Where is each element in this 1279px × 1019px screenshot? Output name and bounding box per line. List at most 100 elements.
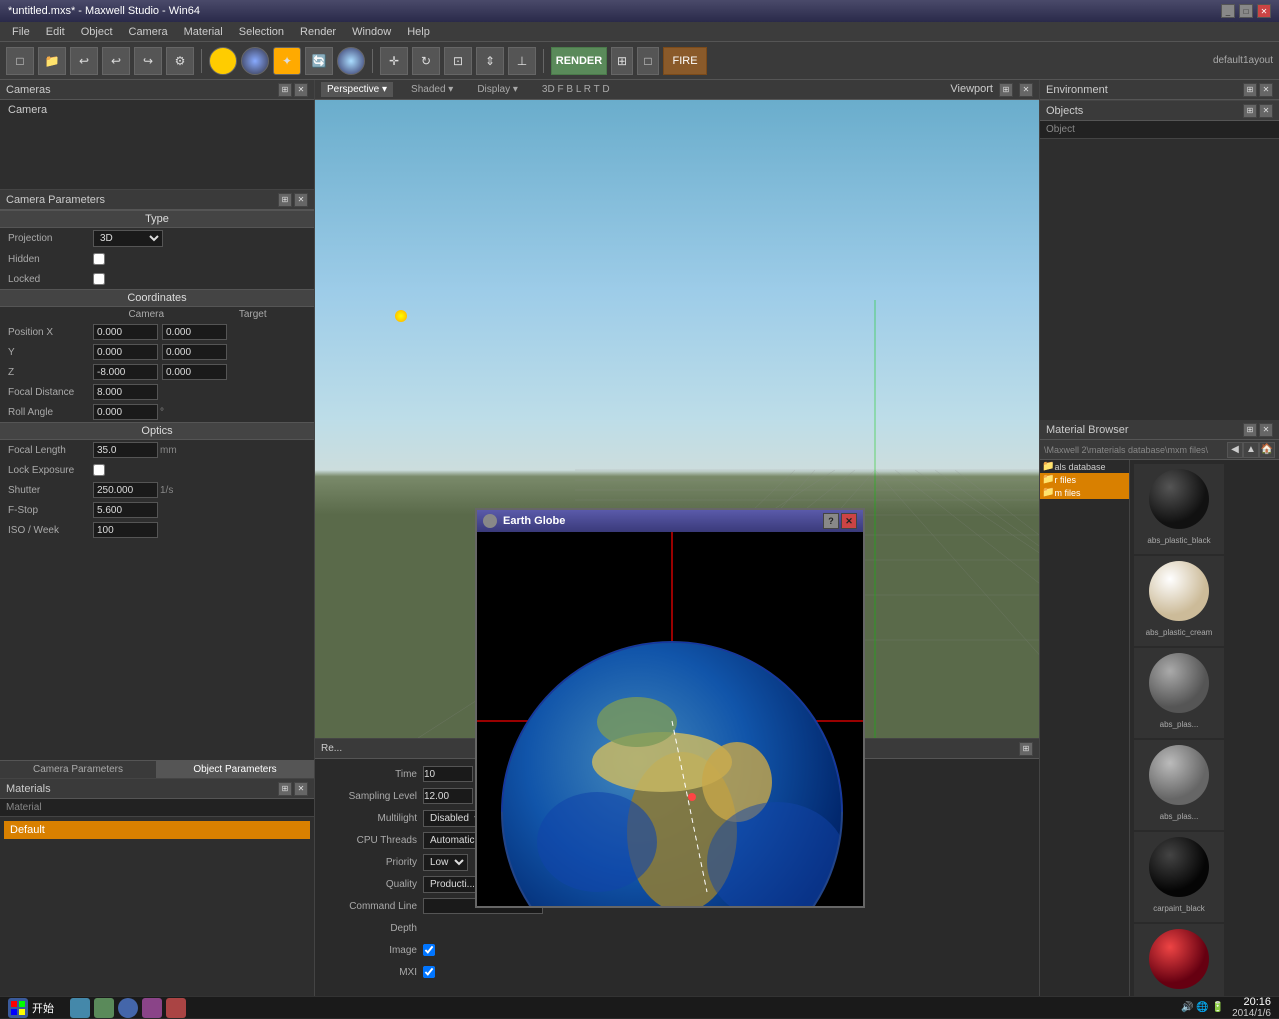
- maxwell-icon[interactable]: [166, 998, 186, 1018]
- position-x-tgt-input[interactable]: 0.000: [162, 324, 227, 340]
- rotate-btn[interactable]: ↻: [412, 47, 440, 75]
- minimize-btn[interactable]: _: [1221, 4, 1235, 18]
- ie-icon[interactable]: [118, 998, 138, 1018]
- display-tab[interactable]: Display ▾: [471, 82, 524, 97]
- image-row: Image: [323, 939, 1031, 961]
- lock-exposure-checkbox[interactable]: [93, 464, 105, 476]
- mat-browser-close-btn[interactable]: ✕: [1259, 423, 1273, 437]
- sphere-btn[interactable]: [209, 47, 237, 75]
- fire-button[interactable]: FIRE: [663, 47, 707, 75]
- render-button[interactable]: RENDER: [551, 47, 607, 75]
- locked-checkbox[interactable]: [93, 273, 105, 285]
- camera-item[interactable]: Camera: [0, 100, 314, 120]
- render-mode-btn[interactable]: □: [637, 47, 659, 75]
- new-btn[interactable]: □: [6, 47, 34, 75]
- mat-folder-als[interactable]: 📁 als database: [1040, 460, 1129, 473]
- viewport-close-btn[interactable]: ✕: [1019, 83, 1033, 97]
- mat-up-btn[interactable]: ▲: [1243, 442, 1259, 458]
- scale-btn[interactable]: ⊡: [444, 47, 472, 75]
- start-button-area[interactable]: 开始: [8, 998, 54, 1018]
- menu-material[interactable]: Material: [176, 24, 231, 40]
- position-x-cam-input[interactable]: 0.000: [93, 324, 158, 340]
- fstop-input[interactable]: [93, 502, 158, 518]
- position-z-tgt-input[interactable]: [162, 364, 227, 380]
- open-btn[interactable]: 📁: [38, 47, 66, 75]
- maya-icon[interactable]: [94, 998, 114, 1018]
- cam-params-tab[interactable]: Camera Parameters: [0, 761, 157, 778]
- image-checkbox[interactable]: [423, 944, 435, 956]
- view-modes-tab[interactable]: 3D F B L R T D: [536, 82, 616, 97]
- app-icon[interactable]: [142, 998, 162, 1018]
- sampling-input[interactable]: [423, 788, 473, 804]
- mat-folder-m[interactable]: 📁 m files: [1040, 486, 1129, 499]
- viewport-pin-btn[interactable]: ⊞: [999, 83, 1013, 97]
- render-pin-btn[interactable]: ⊞: [1019, 742, 1033, 756]
- menu-help[interactable]: Help: [399, 24, 438, 40]
- shutter-input[interactable]: [93, 482, 158, 498]
- mat-home-btn[interactable]: 🏠: [1259, 442, 1275, 458]
- mat-back-btn[interactable]: ◀: [1227, 442, 1243, 458]
- focal-length-input[interactable]: [93, 442, 158, 458]
- material-btn[interactable]: [241, 47, 269, 75]
- undo-btn[interactable]: ↩: [102, 47, 130, 75]
- redo-btn[interactable]: ↪: [134, 47, 162, 75]
- mxi-checkbox[interactable]: [423, 966, 435, 978]
- mat-label-abs-grey2: abs_plas...: [1158, 810, 1201, 823]
- obj-params-tab[interactable]: Object Parameters: [157, 761, 314, 778]
- close-btn[interactable]: ✕: [1257, 4, 1271, 18]
- render-region-btn[interactable]: ⊞: [611, 47, 633, 75]
- photoshop-icon[interactable]: [70, 998, 90, 1018]
- earth-globe-help-btn[interactable]: ?: [823, 513, 839, 529]
- mat-folder-r[interactable]: 📁 r files: [1040, 473, 1129, 486]
- earth-globe-close-btn[interactable]: ✕: [841, 513, 857, 529]
- time-input[interactable]: [423, 766, 473, 782]
- camera-btn[interactable]: 🔄: [305, 47, 333, 75]
- light-btn[interactable]: ✦: [273, 47, 301, 75]
- position-z-cam-input[interactable]: [93, 364, 158, 380]
- mat-thumb-abs-grey2[interactable]: abs_plas...: [1134, 740, 1224, 830]
- menu-selection[interactable]: Selection: [231, 24, 292, 40]
- menu-file[interactable]: File: [4, 24, 38, 40]
- focal-length-row: Focal Length mm: [0, 440, 314, 460]
- cameras-close-btn[interactable]: ✕: [294, 83, 308, 97]
- material-item-default[interactable]: Default: [4, 821, 310, 839]
- env-close-btn[interactable]: ✕: [1259, 83, 1273, 97]
- mat-thumb-abs-grey1[interactable]: abs_plas...: [1134, 648, 1224, 738]
- settings-btn[interactable]: ⚙: [166, 47, 194, 75]
- shaded-tab[interactable]: Shaded ▾: [405, 82, 459, 97]
- hidden-checkbox[interactable]: [93, 253, 105, 265]
- priority-select[interactable]: Low: [423, 854, 468, 871]
- cam-params-close-btn[interactable]: ✕: [294, 193, 308, 207]
- menu-camera[interactable]: Camera: [121, 24, 176, 40]
- move-btn[interactable]: ✛: [380, 47, 408, 75]
- tool5-btn[interactable]: ⊥: [508, 47, 536, 75]
- projection-select[interactable]: 3D: [93, 230, 163, 247]
- env-pin-btn[interactable]: ⊞: [1243, 83, 1257, 97]
- roll-angle-input[interactable]: [93, 404, 158, 420]
- mat-thumb-carpaint-black[interactable]: carpaint_black: [1134, 832, 1224, 922]
- mat-thumb-abs-cream[interactable]: abs_plastic_cream: [1134, 556, 1224, 646]
- perspective-tab[interactable]: Perspective ▾: [321, 82, 393, 97]
- position-y-tgt-input[interactable]: [162, 344, 227, 360]
- tool4-btn[interactable]: ⇕: [476, 47, 504, 75]
- materials-pin-btn[interactable]: ⊞: [278, 782, 292, 796]
- position-y-cam-input[interactable]: [93, 344, 158, 360]
- mat-thumb-abs-black[interactable]: abs_plastic_black: [1134, 464, 1224, 554]
- iso-input[interactable]: [93, 522, 158, 538]
- env-btn[interactable]: [337, 47, 365, 75]
- objects-header: Objects ⊞ ✕: [1040, 101, 1279, 121]
- objects-pin-btn[interactable]: ⊞: [1243, 104, 1257, 118]
- mat-browser-pin-btn[interactable]: ⊞: [1243, 423, 1257, 437]
- focal-distance-input[interactable]: [93, 384, 158, 400]
- materials-close-btn[interactable]: ✕: [294, 782, 308, 796]
- save-btn[interactable]: ↩: [70, 47, 98, 75]
- menu-render[interactable]: Render: [292, 24, 344, 40]
- sep2: [372, 49, 373, 73]
- menu-window[interactable]: Window: [344, 24, 399, 40]
- cam-params-pin-btn[interactable]: ⊞: [278, 193, 292, 207]
- menu-edit[interactable]: Edit: [38, 24, 73, 40]
- cameras-pin-btn[interactable]: ⊞: [278, 83, 292, 97]
- maximize-btn[interactable]: □: [1239, 4, 1253, 18]
- objects-close-btn[interactable]: ✕: [1259, 104, 1273, 118]
- menu-object[interactable]: Object: [73, 24, 121, 40]
